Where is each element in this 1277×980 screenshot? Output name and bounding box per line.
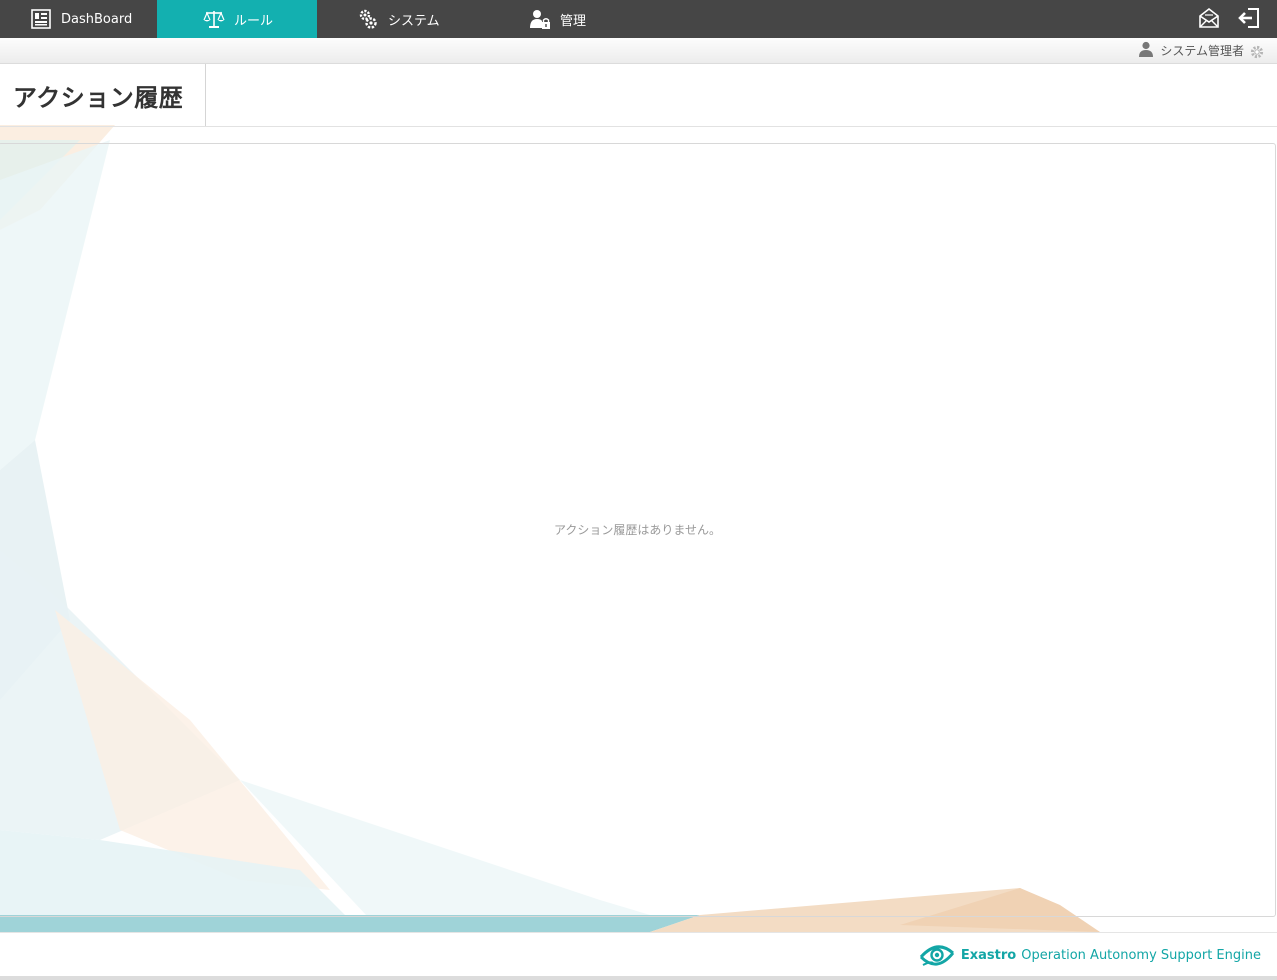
empty-state: アクション履歴はありません。 bbox=[0, 144, 1275, 918]
user-name: システム管理者 bbox=[1160, 43, 1244, 58]
page-title: アクション履歴 bbox=[13, 83, 184, 112]
nav-tab-system[interactable]: システム bbox=[317, 0, 477, 38]
dashboard-icon bbox=[30, 8, 52, 30]
user-menu[interactable]: システム管理者 bbox=[1139, 41, 1264, 59]
footer: Exastro Operation Autonomy Support Engin… bbox=[0, 932, 1277, 976]
nav-tab-admin[interactable]: 管理 bbox=[477, 0, 637, 38]
brand-tagline: Operation Autonomy Support Engine bbox=[1021, 947, 1261, 963]
page-title-box: アクション履歴 bbox=[0, 64, 206, 126]
nav-tab-rule-label: ルール bbox=[234, 13, 274, 29]
nav-tab-dashboard-label: DashBoard bbox=[61, 11, 133, 27]
action-history-panel: アクション履歴はありません。 bbox=[0, 143, 1276, 917]
user-icon bbox=[1139, 41, 1155, 59]
gears-icon bbox=[357, 8, 379, 30]
empty-message-text: アクション履歴はありません。 bbox=[554, 523, 722, 537]
nav-tab-system-label: システム bbox=[388, 13, 440, 29]
footer-divider bbox=[0, 976, 1277, 980]
user-bar: システム管理者 bbox=[0, 38, 1277, 64]
user-lock-icon bbox=[529, 8, 551, 30]
exastro-eye-logo-icon bbox=[919, 941, 955, 969]
page-header: アクション履歴 bbox=[0, 64, 1277, 127]
nav-tab-rule[interactable]: ルール bbox=[157, 0, 317, 38]
brand-name: Exastro bbox=[960, 947, 1017, 963]
gear-icon[interactable] bbox=[1250, 45, 1264, 59]
nav-tab-admin-label: 管理 bbox=[560, 13, 587, 29]
logout-icon[interactable] bbox=[1238, 6, 1262, 30]
mail-icon[interactable] bbox=[1197, 6, 1221, 30]
brand: Exastro Operation Autonomy Support Engin… bbox=[919, 941, 1261, 969]
top-nav-bar: DashBoard ルール システム 管理 bbox=[0, 0, 1277, 38]
app-window: DashBoard ルール システム 管理 システム管理者 アクション履歴 アク… bbox=[0, 0, 1277, 980]
nav-tab-dashboard[interactable]: DashBoard bbox=[0, 0, 160, 38]
scales-icon bbox=[203, 8, 225, 30]
